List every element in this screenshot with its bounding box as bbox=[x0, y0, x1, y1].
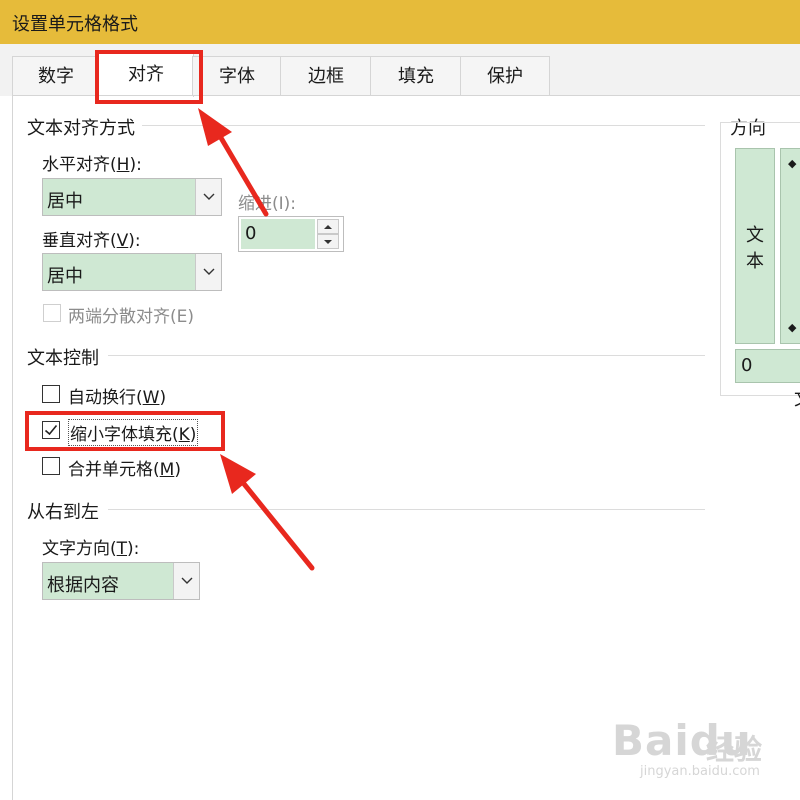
watermark-url: jingyan.baidu.com bbox=[640, 764, 760, 779]
arrow-to-tab bbox=[198, 108, 269, 217]
arrow-to-checkbox bbox=[220, 454, 315, 571]
annotation-arrows bbox=[198, 108, 315, 571]
watermark-text: 经验 bbox=[706, 733, 763, 766]
